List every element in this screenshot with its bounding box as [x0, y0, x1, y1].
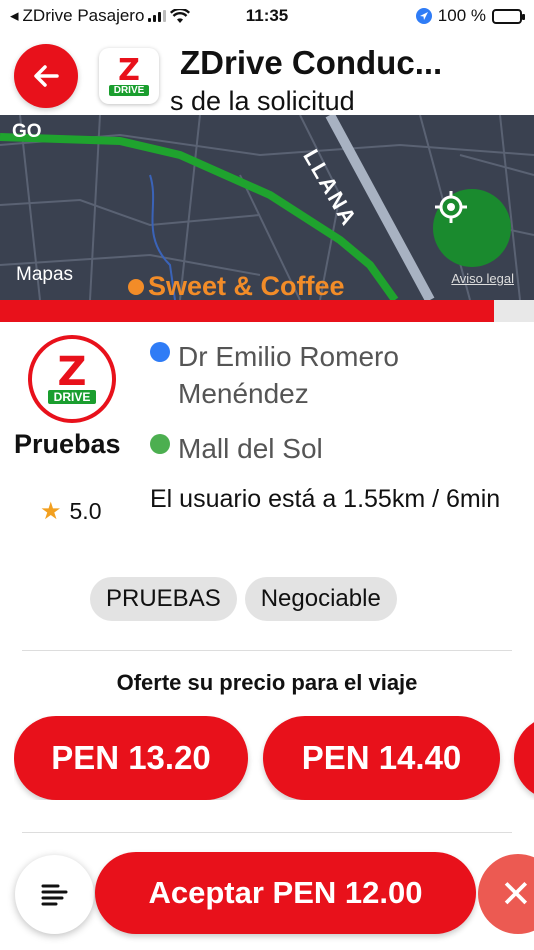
avatar-text: DRIVE: [47, 390, 97, 404]
tag-negotiable: Negociable: [244, 577, 397, 621]
status-bar: ◂ ZDrive Pasajero 11:35 100 %: [0, 0, 534, 32]
header: Z DRIVE ZDrive Conduc... s de la solicit…: [0, 32, 534, 116]
close-button[interactable]: ✕: [478, 854, 534, 934]
crosshair-icon: [435, 191, 467, 223]
offer-title: Oferte su precio para el viaje: [116, 670, 418, 695]
battery-icon: [492, 8, 525, 24]
app-logo: Z DRIVE: [99, 48, 159, 104]
tag-service: PRUEBAS: [90, 577, 237, 621]
map-street-label-left: GO: [12, 121, 42, 142]
back-button[interactable]: [14, 44, 78, 108]
legal-link[interactable]: Aviso legal: [451, 271, 514, 286]
destination-address: Mall del Sol: [150, 430, 323, 467]
origin-dot-icon: [150, 342, 170, 362]
battery-percent: 100 %: [437, 6, 486, 25]
origin-address: Dr Emilio Romero Menéndez: [150, 338, 510, 412]
tags: PRUEBAS Negociable: [90, 577, 397, 621]
time-progress-fill: [0, 300, 494, 322]
location-arrow-icon: [415, 8, 432, 24]
avatar-letter: Z: [57, 349, 87, 395]
logo-text: DRIVE: [108, 84, 150, 96]
price-option-button-partial[interactable]: [514, 716, 534, 800]
destination-dot-icon: [150, 434, 170, 454]
price-option-button[interactable]: PEN 14.40: [263, 716, 500, 800]
price-options[interactable]: PEN 13.20 PEN 14.40: [14, 716, 534, 800]
accept-button[interactable]: Aceptar PEN 12.00: [95, 852, 476, 934]
page-subtitle: s de la solicitud: [170, 86, 355, 116]
menu-icon: [41, 884, 67, 905]
rating-value: 5.0: [69, 498, 102, 524]
map[interactable]: GO LLANA Mapas Sweet & Coffee Aviso lega…: [0, 115, 534, 300]
close-icon: ✕: [500, 873, 532, 916]
destination-text: Mall del Sol: [178, 433, 323, 464]
origin-text: Dr Emilio Romero Menéndez: [178, 341, 399, 409]
menu-button[interactable]: [15, 855, 94, 934]
arrow-left-icon: [34, 65, 59, 87]
locate-button[interactable]: [433, 189, 511, 267]
time-progress-bar: [0, 300, 534, 322]
coffee-icon: [128, 278, 144, 295]
avatar: Z DRIVE: [28, 335, 116, 423]
star-icon: ★: [40, 498, 62, 525]
distance-info: El usuario está a 1.55km / 6min: [150, 485, 501, 513]
map-poi[interactable]: Sweet & Coffee: [128, 271, 345, 300]
divider: [22, 650, 512, 651]
logo-letter: Z: [118, 52, 140, 88]
page-title: ZDrive Conduc...: [180, 44, 443, 81]
passenger-name: Pruebas: [14, 429, 121, 459]
divider: [22, 832, 512, 833]
price-option-button[interactable]: PEN 13.20: [14, 716, 248, 800]
passenger-rating: ★ 5.0: [40, 497, 102, 526]
maps-attribution: Mapas: [16, 264, 74, 285]
